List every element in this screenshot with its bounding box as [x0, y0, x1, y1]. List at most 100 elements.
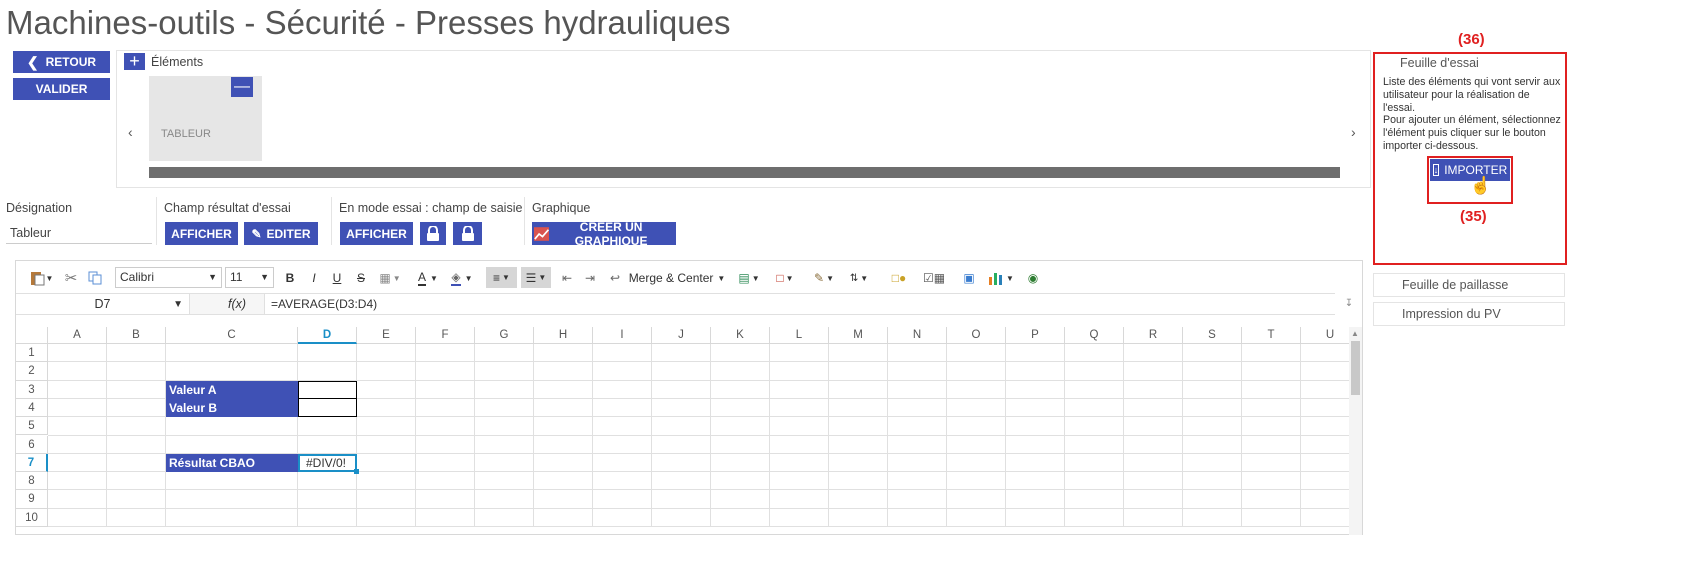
tab-report-print[interactable]: Impression du PV [1373, 302, 1565, 326]
image-icon[interactable]: ▣ [960, 269, 978, 287]
align-icon[interactable]: ☰ ▼ [521, 267, 551, 288]
grid-line [828, 344, 829, 527]
cell-reference-box[interactable]: D7 ▼ [16, 293, 189, 315]
wrap-text-icon[interactable]: ↩ [606, 269, 624, 287]
clear-icon[interactable]: ✎ ▼ [809, 269, 839, 287]
column-header[interactable]: L [770, 327, 829, 344]
column-header[interactable]: C [166, 327, 298, 344]
row-header[interactable]: 2 [16, 362, 48, 381]
input-cell[interactable] [298, 397, 357, 418]
column-header[interactable]: T [1242, 327, 1301, 344]
row-header[interactable]: 7 [16, 453, 48, 473]
carousel-scrollbar[interactable] [149, 167, 1340, 178]
grid-scrollbar[interactable]: ▲ [1349, 327, 1362, 535]
delete-icon[interactable]: □ ▼ [770, 269, 800, 287]
grid-corner[interactable] [16, 327, 48, 344]
cut-icon[interactable]: ✂ [62, 269, 80, 287]
cell-valeur-a[interactable]: Valeur A [166, 380, 298, 399]
insert-row-icon[interactable]: ▤ ▼ [734, 269, 764, 287]
column-header[interactable]: Q [1065, 327, 1124, 344]
remove-element-button[interactable]: — [231, 77, 253, 97]
row-header[interactable]: 9 [16, 490, 48, 509]
column-header[interactable]: K [711, 327, 770, 344]
column-header[interactable]: M [829, 327, 888, 344]
lock-cells-icon[interactable]: □● [886, 269, 912, 287]
column-header[interactable]: E [357, 327, 416, 344]
italic-button[interactable]: I [306, 269, 322, 287]
column-header[interactable]: O [947, 327, 1006, 344]
cell-valeur-b[interactable]: Valeur B [166, 398, 298, 418]
fill-handle[interactable] [354, 469, 359, 475]
input-cell[interactable] [298, 380, 357, 399]
row-header[interactable]: 8 [16, 472, 48, 491]
column-header[interactable]: G [475, 327, 534, 344]
designation-input[interactable]: Tableur [6, 222, 152, 244]
unlock-button[interactable] [420, 222, 446, 245]
row-header[interactable]: 5 [16, 417, 48, 436]
font-size-select[interactable]: 11 ▼ [225, 267, 274, 288]
borders-icon[interactable]: ▦ ▼ [376, 269, 404, 287]
mode-show-button[interactable]: AFFICHER [340, 222, 413, 245]
back-button[interactable]: ❮ RETOUR [13, 51, 110, 73]
column-header[interactable]: R [1124, 327, 1183, 344]
globe-icon[interactable]: ◉ [1024, 269, 1042, 287]
grid-line [1300, 344, 1301, 527]
column-header[interactable]: U [1301, 327, 1349, 344]
lock-button[interactable] [453, 222, 482, 245]
valign-icon[interactable]: ≡ ▼ [486, 267, 517, 288]
font-value: Calibri [120, 270, 155, 284]
graph-label: Graphique [532, 201, 591, 215]
grid-line [297, 344, 298, 527]
result-edit-button[interactable]: ✎ EDITER [244, 222, 318, 245]
create-graph-button[interactable]: CRÉER UN GRAPHIQUE [532, 220, 676, 248]
column-header[interactable]: P [1006, 327, 1065, 344]
grid-line [1064, 344, 1065, 527]
column-header[interactable]: H [534, 327, 593, 344]
sort-icon[interactable]: ⇅ ▼ [844, 269, 874, 287]
result-show-button[interactable]: AFFICHER [165, 222, 238, 245]
chart-insert-icon[interactable]: ▼ [986, 269, 1016, 287]
column-header[interactable]: F [416, 327, 475, 344]
underline-button[interactable]: U [329, 269, 345, 287]
font-color-button[interactable]: A ▼ [414, 269, 442, 287]
cell-resultat[interactable]: Résultat CBAO [166, 453, 298, 473]
column-header[interactable]: B [107, 327, 166, 344]
expand-formula-icon[interactable]: ↧ [1337, 293, 1361, 315]
font-select[interactable]: Calibri ▼ [115, 267, 222, 288]
selected-cell-d7[interactable]: #DIV/0! [298, 453, 357, 473]
chevron-left-icon: ❮ [26, 53, 39, 70]
column-header[interactable]: I [593, 327, 652, 344]
column-header[interactable]: D [298, 327, 357, 344]
column-header[interactable]: S [1183, 327, 1242, 344]
row-header[interactable]: 4 [16, 398, 48, 418]
carousel-prev-icon[interactable]: ‹ [128, 124, 133, 140]
divider [524, 197, 525, 245]
tab-bench-sheet[interactable]: Feuille de paillasse [1373, 273, 1565, 297]
validate-button[interactable]: VALIDER [13, 78, 110, 100]
element-card-tableur[interactable]: TABLEUR — [149, 76, 262, 161]
scroll-up-icon[interactable]: ▲ [1351, 329, 1359, 338]
sheet-grid[interactable]: A B C D E F G H I J K L M N O P Q R S T U 1 2 3 4 5 6 7 8 9 10 Valeur A… [16, 327, 1349, 535]
merge-center-button[interactable]: Merge & Center ▼ [629, 269, 726, 287]
checkbox-grid-icon[interactable]: ☑▦ [921, 269, 947, 287]
row-header[interactable]: 3 [16, 380, 48, 399]
row-header[interactable]: 6 [16, 435, 48, 454]
indent-decrease-icon[interactable]: ⇤ [558, 269, 576, 287]
column-header[interactable]: J [652, 327, 711, 344]
fill-color-icon[interactable]: ◈ ▼ [448, 269, 476, 287]
column-header[interactable]: N [888, 327, 947, 344]
copy-icon[interactable] [86, 269, 104, 287]
paste-icon[interactable]: ▼ [28, 269, 54, 287]
add-element-button[interactable]: + [124, 51, 145, 71]
strike-button[interactable]: S [353, 269, 369, 287]
column-header[interactable]: A [48, 327, 107, 344]
scroll-thumb[interactable] [1351, 341, 1360, 395]
carousel-next-icon[interactable]: › [1351, 124, 1356, 140]
row-header[interactable]: 1 [16, 344, 48, 363]
indent-increase-icon[interactable]: ⇥ [581, 269, 599, 287]
row-header[interactable]: 10 [16, 508, 48, 527]
grid-line [165, 344, 166, 527]
formula-input[interactable]: =AVERAGE(D3:D4) [265, 293, 1335, 315]
bold-button[interactable]: B [282, 269, 298, 287]
function-icon[interactable]: f(x) [189, 293, 265, 315]
